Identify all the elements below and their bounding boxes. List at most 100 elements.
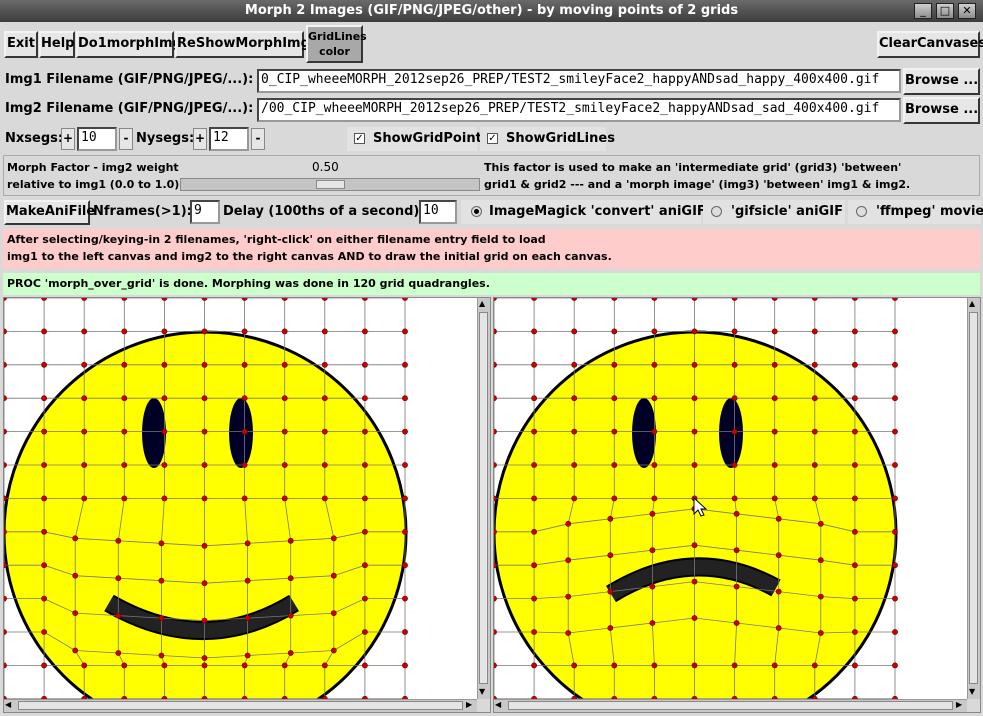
- grid-point: [531, 428, 537, 435]
- scroll-up-icon[interactable]: ▲: [479, 299, 485, 308]
- grid-point: [651, 662, 658, 669]
- grid-point: [321, 298, 328, 301]
- delay-input[interactable]: 10: [419, 200, 457, 224]
- right-canvas-hscroll-thumb[interactable]: [508, 701, 953, 710]
- reshowmorphimg-button[interactable]: ReShowMorphImg: [175, 31, 310, 58]
- gifsicle-radio-icon: [711, 206, 722, 217]
- grid-point: [811, 328, 818, 335]
- morph-factor-slider[interactable]: [180, 178, 480, 191]
- grid-point: [161, 361, 168, 368]
- right-eye: [229, 398, 253, 468]
- minimize-button[interactable]: _: [914, 3, 932, 19]
- grid-point: [402, 328, 408, 335]
- gridlines-color-button[interactable]: GridLines color: [306, 25, 367, 63]
- grid-point: [731, 395, 738, 402]
- grid-point: [607, 625, 614, 631]
- left-canvas-vscroll-thumb[interactable]: [479, 312, 488, 684]
- scroll-down-icon[interactable]: ▼: [479, 687, 485, 696]
- grid-point: [161, 662, 168, 669]
- grid-point: [244, 615, 251, 621]
- grid-point: [892, 361, 898, 368]
- nxsegs-input[interactable]: 10: [77, 127, 117, 151]
- grid-point: [571, 662, 578, 669]
- scroll-right-icon[interactable]: ▶: [466, 700, 472, 709]
- grid-point: [494, 395, 497, 402]
- grid-point: [651, 495, 658, 502]
- morph-factor-slider-thumb[interactable]: [316, 180, 345, 189]
- left-canvas-vscroll[interactable]: ▲ ▼: [477, 298, 490, 699]
- right-canvas-vscroll-thumb[interactable]: [969, 312, 978, 684]
- grid-point: [330, 535, 337, 542]
- nframes-input[interactable]: 9: [190, 200, 220, 224]
- nysegs-plus-button[interactable]: +: [193, 128, 207, 150]
- morph-factor-label-2: relative to img1 (0.0 to 1.0):: [7, 178, 184, 191]
- grid-point: [771, 662, 778, 669]
- grid-point: [244, 652, 251, 659]
- make-ani-file-button[interactable]: MakeAniFile: [4, 200, 95, 225]
- grid-point: [121, 328, 128, 335]
- right-canvas-image[interactable]: [494, 298, 967, 699]
- imagemagick-radio[interactable]: ImageMagick 'convert' aniGIF: [461, 200, 706, 224]
- left-canvas-hscroll-thumb[interactable]: [18, 701, 463, 710]
- grid-point: [281, 298, 288, 301]
- grid-point: [771, 298, 778, 301]
- left-canvas-image[interactable]: [4, 298, 477, 699]
- grid-point: [892, 428, 898, 435]
- morph-factor-description-2: grid1 & grid2 --- and a 'morph image' (i…: [484, 178, 911, 191]
- nysegs-minus-button[interactable]: -: [251, 128, 265, 150]
- right-canvas-vscroll[interactable]: ▲ ▼: [967, 298, 980, 699]
- grid-point: [158, 577, 165, 584]
- grid-point: [4, 395, 7, 402]
- nxsegs-minus-button[interactable]: -: [119, 128, 133, 150]
- right-eye: [719, 398, 743, 468]
- show-grid-points-checkbox[interactable]: ✓ ShowGridPoints: [347, 127, 490, 151]
- clear-canvases-button[interactable]: ClearCanvases: [877, 31, 983, 58]
- window-title-bar[interactable]: Morph 2 Images (GIF/PNG/JPEG/other) - by…: [0, 0, 983, 22]
- grid-point: [72, 572, 79, 579]
- show-grid-points-label: ShowGridPoints: [373, 131, 490, 146]
- nysegs-input[interactable]: 12: [209, 127, 249, 151]
- grid-point: [361, 495, 368, 502]
- grid-point: [361, 595, 368, 602]
- grid-point: [571, 361, 578, 368]
- img1-filename-input[interactable]: 0_CIP_wheeeMORPH_2012sep26_PREP/TEST2_sm…: [257, 69, 901, 93]
- grid-point: [241, 495, 248, 502]
- grid-point: [158, 652, 165, 659]
- help-button[interactable]: Help: [39, 31, 75, 58]
- img2-browse-button[interactable]: Browse ...: [903, 97, 980, 124]
- close-button[interactable]: ✕: [958, 3, 976, 19]
- morph-factor-value: 0.50: [312, 160, 339, 174]
- grid-point: [651, 361, 658, 368]
- ffmpeg-radio[interactable]: 'ffmpeg' movie: [848, 200, 983, 224]
- scroll-down-icon[interactable]: ▼: [969, 687, 975, 696]
- grid-point: [4, 428, 7, 435]
- img2-filename-input[interactable]: /00_CIP_wheeeMORPH_2012sep26_PREP/TEST2_…: [257, 98, 901, 122]
- right-canvas[interactable]: [494, 298, 967, 699]
- show-grid-lines-checkbox[interactable]: ✓ ShowGridLines: [480, 127, 615, 151]
- maximize-button[interactable]: □: [936, 3, 954, 19]
- nxsegs-plus-button[interactable]: +: [61, 128, 75, 150]
- exit-button[interactable]: Exit: [4, 31, 38, 58]
- left-canvas-hscroll[interactable]: ◀ ▶: [4, 699, 477, 712]
- gifsicle-radio[interactable]: 'gifsicle' aniGIF: [703, 200, 845, 224]
- scroll-left-icon[interactable]: ◀: [5, 700, 11, 709]
- grid-point: [649, 510, 656, 517]
- ffmpeg-radio-label: 'ffmpeg' movie: [876, 204, 983, 219]
- imagemagick-radio-label: ImageMagick 'convert' aniGIF: [489, 204, 706, 219]
- grid-point: [281, 495, 288, 502]
- grid-point: [565, 593, 572, 600]
- scroll-left-icon[interactable]: ◀: [495, 700, 501, 709]
- scroll-up-icon[interactable]: ▲: [969, 299, 975, 308]
- grid-point: [244, 577, 251, 584]
- grid-point: [651, 428, 658, 435]
- grid-point: [244, 540, 251, 547]
- morph-factor-description-1: This factor is used to make an 'intermed…: [484, 161, 902, 174]
- left-canvas[interactable]: [4, 298, 477, 699]
- img1-browse-button[interactable]: Browse ...: [903, 68, 980, 95]
- grid-point: [4, 361, 7, 368]
- right-canvas-hscroll[interactable]: ◀ ▶: [494, 699, 967, 712]
- delay-label: Delay (100ths of a second):: [223, 204, 425, 219]
- do1morphimg-button[interactable]: Do1morphImg: [76, 31, 182, 58]
- img2-filename-label: Img2 Filename (GIF/PNG/JPEG/...):: [5, 101, 254, 116]
- scroll-right-icon[interactable]: ▶: [956, 700, 962, 709]
